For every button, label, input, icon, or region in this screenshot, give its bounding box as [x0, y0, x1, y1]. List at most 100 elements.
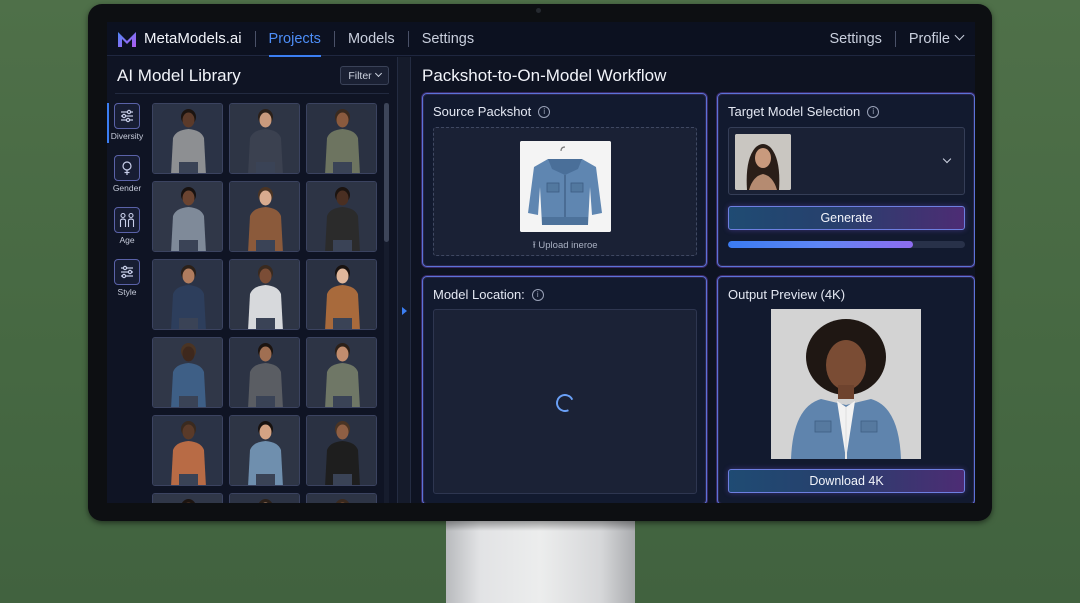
- generation-progress: [728, 241, 965, 248]
- model-tile[interactable]: [229, 103, 300, 174]
- tab-gender[interactable]: Gender: [107, 155, 147, 203]
- info-icon[interactable]: i: [538, 105, 551, 118]
- card-title: Target Model Selection i: [728, 104, 880, 119]
- panel-splitter[interactable]: [397, 57, 411, 503]
- model-tile[interactable]: [306, 337, 377, 408]
- model-portrait-image: [230, 416, 299, 485]
- upload-text: Upload ineroe: [538, 240, 598, 251]
- target-title: Target Model Selection: [728, 104, 861, 119]
- loading-spinner-icon: [553, 391, 577, 415]
- scrollbar-thumb[interactable]: [384, 103, 389, 242]
- model-tile[interactable]: [229, 181, 300, 252]
- model-portrait-image: [230, 338, 299, 407]
- model-portrait-image: [230, 494, 299, 503]
- model-portrait-image: [153, 260, 222, 329]
- model-tile[interactable]: [229, 337, 300, 408]
- nav-right-settings[interactable]: Settings: [829, 22, 881, 56]
- chevron-down-icon: [942, 154, 952, 164]
- generate-button[interactable]: Generate: [728, 206, 965, 230]
- top-navigation: MetaModels.ai Projects Models Settings S…: [107, 22, 975, 57]
- model-portrait-image: [230, 260, 299, 329]
- brand[interactable]: MetaModels.ai: [117, 30, 242, 48]
- model-tile[interactable]: [152, 337, 223, 408]
- model-tile[interactable]: [306, 493, 377, 503]
- tab-diversity[interactable]: Diversity: [107, 103, 147, 151]
- nav-divider: [407, 30, 409, 47]
- upload-dropzone[interactable]: ⭱ Upload ineroe: [433, 127, 697, 256]
- model-portrait-image: [153, 494, 222, 503]
- output-preview-image: [771, 309, 921, 459]
- library-title: AI Model Library: [117, 66, 241, 85]
- model-select-dropdown[interactable]: [728, 127, 965, 195]
- location-preview-area[interactable]: [433, 309, 697, 494]
- model-tile[interactable]: [152, 259, 223, 330]
- nav-models[interactable]: Models: [348, 22, 395, 56]
- tab-style[interactable]: Style: [107, 259, 147, 307]
- model-tile[interactable]: [152, 493, 223, 503]
- model-tile[interactable]: [306, 259, 377, 330]
- nav-projects[interactable]: Projects: [268, 22, 322, 57]
- sliders-icon: [114, 103, 140, 129]
- model-portrait-image: [230, 104, 299, 173]
- camera-dot: [536, 8, 541, 13]
- nav-settings[interactable]: Settings: [422, 22, 474, 56]
- filter-label: Filter: [348, 69, 372, 82]
- model-portrait-image: [307, 260, 376, 329]
- upload-label[interactable]: ⭱ Upload ineroe: [434, 238, 696, 254]
- card-title: Source Packshot i: [433, 104, 551, 119]
- output-preview-card: Output Preview (4K) Download 4K: [717, 276, 975, 503]
- model-portrait-image: [153, 182, 222, 251]
- model-tile[interactable]: [152, 103, 223, 174]
- tab-label: Age: [119, 235, 135, 245]
- model-tile[interactable]: [306, 103, 377, 174]
- source-title: Source Packshot: [433, 104, 532, 119]
- jacket-packshot-image: [520, 141, 611, 232]
- model-portrait-image: [307, 416, 376, 485]
- progress-fill: [728, 241, 913, 248]
- model-library-panel: AI Model Library Filter Diversity Gender…: [107, 57, 397, 503]
- location-title: Model Location:: [433, 287, 525, 302]
- model-tile[interactable]: [229, 259, 300, 330]
- model-tile[interactable]: [306, 415, 377, 486]
- download-4k-button[interactable]: Download 4K: [728, 469, 965, 493]
- nav-divider: [894, 30, 896, 47]
- tab-label: Style: [117, 287, 137, 297]
- output-title: Output Preview (4K): [728, 287, 846, 302]
- tab-label: Gender: [112, 183, 142, 193]
- profile-menu[interactable]: Profile: [908, 22, 965, 56]
- filter-button[interactable]: Filter: [340, 66, 389, 85]
- nav-divider: [333, 30, 335, 47]
- logo-icon: [118, 31, 136, 47]
- info-icon[interactable]: i: [531, 288, 544, 301]
- model-location-card: Model Location: i: [422, 276, 707, 503]
- selected-model-avatar: [735, 134, 791, 190]
- model-portrait-image: [230, 182, 299, 251]
- profile-label: Profile: [908, 30, 950, 47]
- brand-name: MetaModels.ai: [144, 30, 242, 47]
- chevron-down-icon: [374, 69, 382, 78]
- gender-icon: [114, 155, 140, 181]
- info-icon[interactable]: i: [867, 105, 880, 118]
- nav-divider: [254, 30, 256, 47]
- app-screen: MetaModels.ai Projects Models Settings S…: [107, 22, 975, 503]
- model-portrait-image: [153, 104, 222, 173]
- model-tile[interactable]: [229, 415, 300, 486]
- monitor-stand: [446, 521, 635, 603]
- card-title: Model Location: i: [433, 287, 544, 302]
- library-divider: [115, 93, 389, 94]
- model-tile[interactable]: [152, 181, 223, 252]
- model-portrait-image: [307, 104, 376, 173]
- model-portrait-image: [307, 338, 376, 407]
- model-portrait-image: [307, 182, 376, 251]
- tab-age[interactable]: Age: [107, 207, 147, 255]
- expand-arrow-icon[interactable]: [402, 307, 407, 315]
- model-tile[interactable]: [152, 415, 223, 486]
- target-model-card: Target Model Selection i Generate: [717, 93, 975, 267]
- model-tile[interactable]: [229, 493, 300, 503]
- model-portrait-image: [153, 416, 222, 485]
- model-grid: [152, 103, 380, 503]
- nav-right: Settings Profile: [829, 22, 965, 56]
- people-icon: [114, 207, 140, 233]
- model-portrait-image: [307, 494, 376, 503]
- model-tile[interactable]: [306, 181, 377, 252]
